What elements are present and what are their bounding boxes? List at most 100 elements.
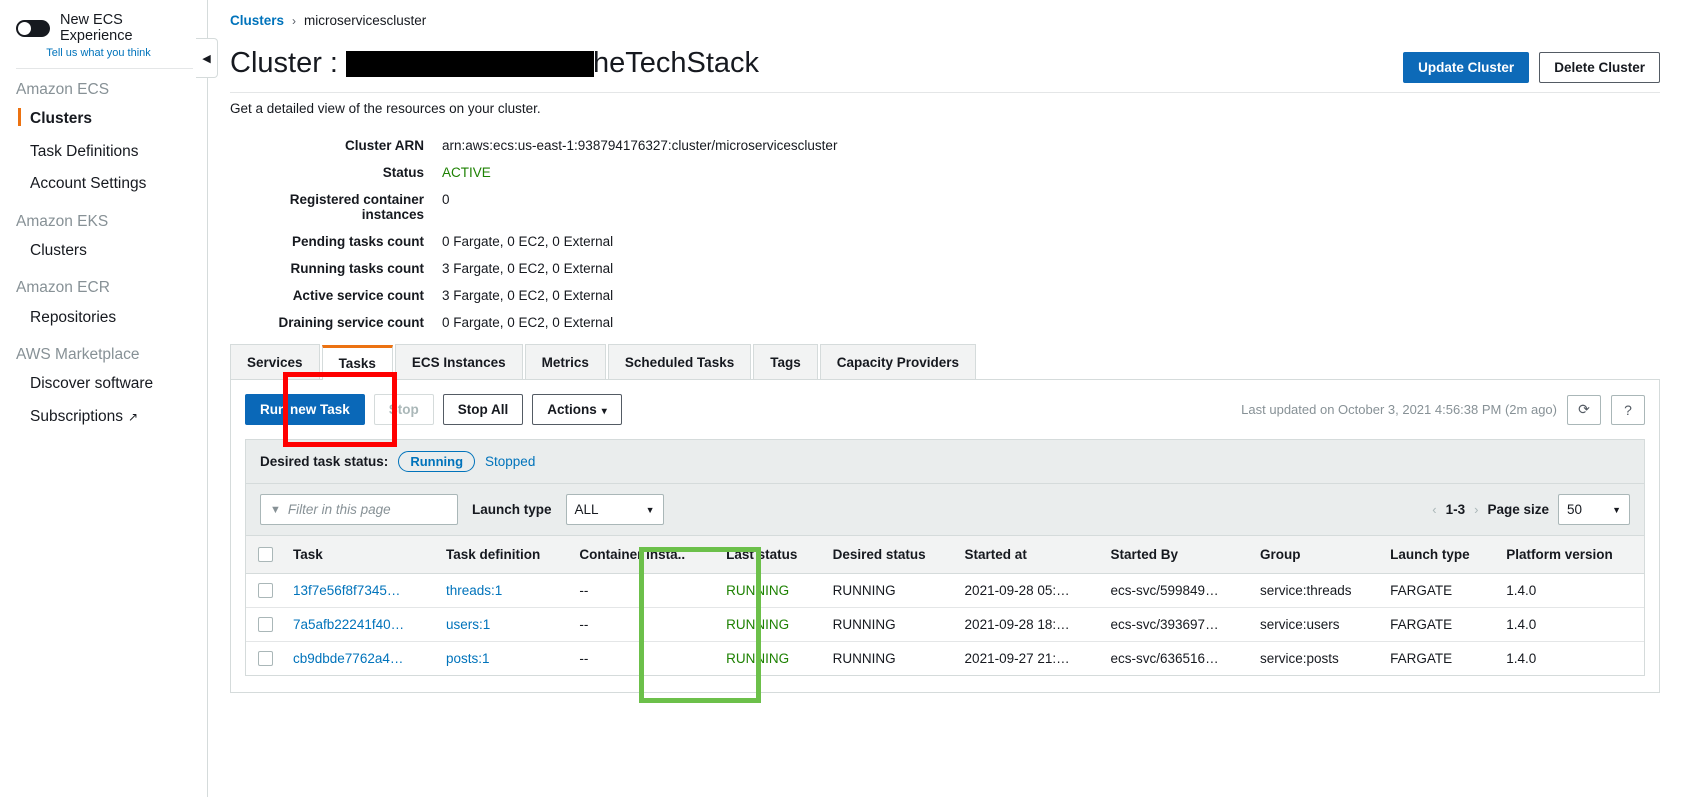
table-row[interactable]: 13f7e56f8f7345… threads:1 -- RUNNING RUN… (246, 573, 1644, 608)
tab-tasks[interactable]: Tasks (321, 345, 393, 380)
breadcrumb: Clusters › microservicescluster (226, 0, 1686, 28)
table-row[interactable]: cb9dbde7762a4… posts:1 -- RUNNING RUNNIN… (246, 642, 1644, 676)
filter-controls: ▼ Filter in this page Launch type ALL ▼ (260, 494, 664, 525)
cell-started-by: ecs-svc/636516… (1110, 651, 1219, 666)
detail-label: Registered container instances (289, 192, 424, 222)
cell-last-status: RUNNING (716, 573, 823, 608)
column-header-started-at[interactable]: Started at (954, 536, 1101, 574)
cell-desired-status: RUNNING (832, 651, 896, 666)
cell-last-status: RUNNING (716, 607, 823, 642)
cell-task-definition[interactable]: threads:1 (436, 573, 570, 608)
page-range-text: 1-3 (1445, 502, 1466, 517)
detail-row-status: Status ACTIVE (226, 165, 1686, 180)
page-title-prefix: Cluster : (230, 47, 338, 79)
tab-capacity-providers[interactable]: Capacity Providers (819, 344, 977, 379)
breadcrumb-clusters-link[interactable]: Clusters (230, 13, 284, 28)
sidebar-item-subscriptions[interactable]: Subscriptions ↗ (0, 401, 207, 433)
column-header-started-by[interactable]: Started By (1100, 536, 1250, 574)
feedback-link[interactable]: Tell us what you think (0, 47, 207, 59)
cell-task-definition[interactable]: users:1 (436, 607, 570, 642)
main-content: Clusters › microservicescluster Cluster : … (208, 0, 1686, 797)
select-all-checkbox[interactable] (258, 547, 273, 562)
sidebar-item-repositories[interactable]: Repositories (0, 302, 207, 334)
column-header-group[interactable]: Group (1249, 536, 1381, 574)
sidebar-item-account-settings[interactable]: Account Settings (0, 168, 207, 200)
breadcrumb-separator: › (292, 14, 297, 28)
cell-desired-status: RUNNING (822, 607, 955, 642)
cell-desired-status: RUNNING (822, 573, 955, 608)
sidebar-item-discover-software[interactable]: Discover software (0, 368, 207, 400)
detail-value: arn:aws:ecs:us-east-1:938794176327:clust… (442, 138, 838, 153)
tab-services[interactable]: Services (230, 344, 320, 379)
column-header-desired-status[interactable]: Desired status (822, 536, 955, 574)
previous-page-icon[interactable]: ‹ (1432, 502, 1436, 517)
sidebar-item-ecs-clusters[interactable]: Clusters (0, 103, 207, 135)
column-header-container-instance[interactable]: Container insta.. (569, 536, 717, 574)
update-cluster-button[interactable]: Update Cluster (1403, 52, 1530, 83)
new-experience-label: New ECS Experience (60, 12, 133, 44)
detail-row-active-service-count: Active service count 3 Fargate, 0 EC2, 0… (226, 288, 1686, 303)
tab-scheduled-tasks[interactable]: Scheduled Tasks (607, 344, 752, 379)
status-filter-running[interactable]: Running (398, 451, 476, 472)
chevron-down-icon: ▾ (601, 406, 607, 417)
page-size-select[interactable]: 50 ▼ (1558, 494, 1630, 525)
actions-label: Actions (547, 402, 597, 417)
tab-tags[interactable]: Tags (753, 344, 818, 379)
stop-all-button[interactable]: Stop All (442, 394, 524, 425)
sidebar: New ECS Experience Tell us what you thin… (0, 0, 218, 797)
filter-input[interactable]: ▼ Filter in this page (260, 494, 458, 525)
cell-group: service:threads (1249, 573, 1381, 608)
run-new-task-button[interactable]: Run new Task (245, 394, 365, 425)
detail-label: Active service count (292, 288, 424, 303)
desired-task-status-label: Desired task status: (260, 454, 389, 469)
sidebar-item-eks-clusters[interactable]: Clusters (0, 235, 207, 267)
toggle-switch-icon[interactable] (16, 19, 50, 37)
cluster-details: Cluster ARN arn:aws:ecs:us-east-1:938794… (226, 138, 1686, 330)
cell-task[interactable]: cb9dbde7762a4… (283, 642, 436, 676)
pagination-controls: ‹ 1-3 › Page size 50 ▼ (1432, 494, 1630, 525)
tab-bar: Services Tasks ECS Instances Metrics Sch… (230, 344, 1660, 380)
row-checkbox[interactable] (258, 651, 273, 666)
cell-task-definition[interactable]: posts:1 (436, 642, 569, 676)
delete-cluster-button[interactable]: Delete Cluster (1539, 52, 1660, 83)
tasks-toolbar: Run new Task Stop Stop All Actions ▾ Last… (245, 394, 1645, 425)
breadcrumb-current: microservicescluster (304, 13, 427, 28)
page-size-label: Page size (1487, 502, 1549, 517)
sidebar-item-task-definitions[interactable]: Task Definitions (0, 136, 207, 168)
row-checkbox[interactable] (258, 617, 273, 632)
column-header-task[interactable]: Task (283, 536, 436, 574)
table-header-row: Task Task definition Container insta.. L… (246, 536, 1644, 574)
status-filter-stopped[interactable]: Stopped (485, 454, 535, 469)
launch-type-select[interactable]: ALL ▼ (565, 494, 664, 525)
column-header-launch-type[interactable]: Launch type (1380, 536, 1497, 574)
detail-value: 0 Fargate, 0 EC2, 0 External (442, 315, 614, 330)
cell-group: service:posts (1259, 651, 1339, 666)
detail-label: Status (382, 165, 424, 180)
detail-label: Cluster ARN (344, 138, 424, 153)
page-header-actions: Update Cluster Delete Cluster (1403, 48, 1660, 83)
cell-launch-type: FARGATE (1380, 607, 1497, 642)
cell-container-instance: -- (569, 607, 717, 642)
row-checkbox[interactable] (258, 583, 273, 598)
cell-task[interactable]: 7a5afb22241f40… (283, 607, 436, 642)
actions-dropdown-button[interactable]: Actions ▾ (532, 394, 622, 425)
cell-task[interactable]: 13f7e56f8f7345… (283, 573, 436, 608)
sidebar-collapse-button[interactable]: ◀ (196, 38, 218, 78)
column-header-last-status[interactable]: Last status (716, 536, 823, 574)
tab-ecs-instances[interactable]: ECS Instances (394, 344, 523, 379)
next-page-icon[interactable]: › (1474, 502, 1478, 517)
help-icon[interactable]: ? (1611, 394, 1645, 425)
refresh-icon[interactable]: ⟳ (1567, 394, 1601, 425)
cell-started-at: 2021-09-27 21:… (964, 651, 1070, 666)
detail-value: 0 Fargate, 0 EC2, 0 External (442, 234, 614, 249)
sidebar-item-label: Subscriptions (30, 407, 124, 425)
column-header-task-definition[interactable]: Task definition (436, 536, 570, 574)
cell-group: service:users (1249, 607, 1381, 642)
filter-bar: ▼ Filter in this page Launch type ALL ▼ … (246, 484, 1644, 536)
table-row[interactable]: 7a5afb22241f40… users:1 -- RUNNING RUNNI… (246, 607, 1644, 642)
column-header-platform-version[interactable]: Platform version (1496, 536, 1644, 574)
new-experience-toggle-row[interactable]: New ECS Experience (0, 6, 207, 44)
tab-metrics[interactable]: Metrics (524, 344, 606, 379)
tasks-panel: Run new Task Stop Stop All Actions ▾ Last… (230, 380, 1660, 693)
detail-row-running-tasks-count: Running tasks count 3 Fargate, 0 EC2, 0 … (226, 261, 1686, 276)
